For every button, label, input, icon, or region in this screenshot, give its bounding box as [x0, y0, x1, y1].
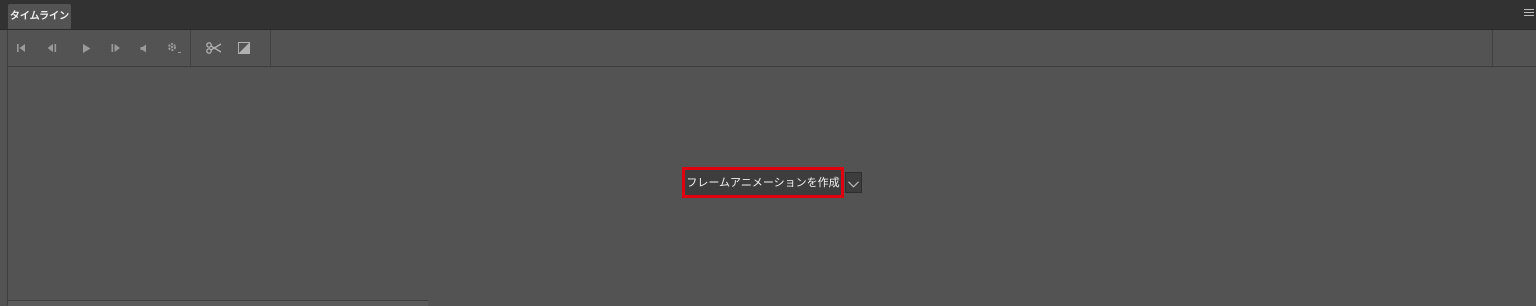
timeline-panel: タイムライン フレームアニメーションを作成	[0, 0, 1536, 306]
create-frame-animation-button[interactable]: フレームアニメーションを作成	[682, 167, 844, 198]
create-animation-group: フレームアニメーションを作成	[682, 167, 862, 198]
timeline-toolbar	[8, 30, 1536, 67]
toolbar-separator	[190, 30, 191, 66]
scissors-icon[interactable]	[202, 30, 226, 66]
play-icon[interactable]	[74, 30, 98, 66]
next-frame-icon[interactable]	[104, 30, 128, 66]
hamburger-menu-icon[interactable]	[1524, 9, 1534, 17]
timeline-bottom-bar	[8, 300, 428, 306]
audio-icon[interactable]	[132, 30, 156, 66]
previous-frame-icon[interactable]	[40, 30, 64, 66]
toolbar-separator	[1492, 30, 1493, 66]
toolbar-separator	[270, 30, 271, 66]
tab-timeline[interactable]: タイムライン	[8, 4, 71, 29]
animation-type-dropdown[interactable]	[845, 172, 862, 193]
panel-left-border	[7, 30, 8, 305]
transition-icon[interactable]	[232, 30, 256, 66]
panel-tab-bar: タイムライン	[0, 0, 1536, 30]
first-frame-icon[interactable]	[10, 30, 34, 66]
settings-gear-icon[interactable]	[162, 30, 186, 66]
chevron-down-icon	[848, 173, 859, 192]
